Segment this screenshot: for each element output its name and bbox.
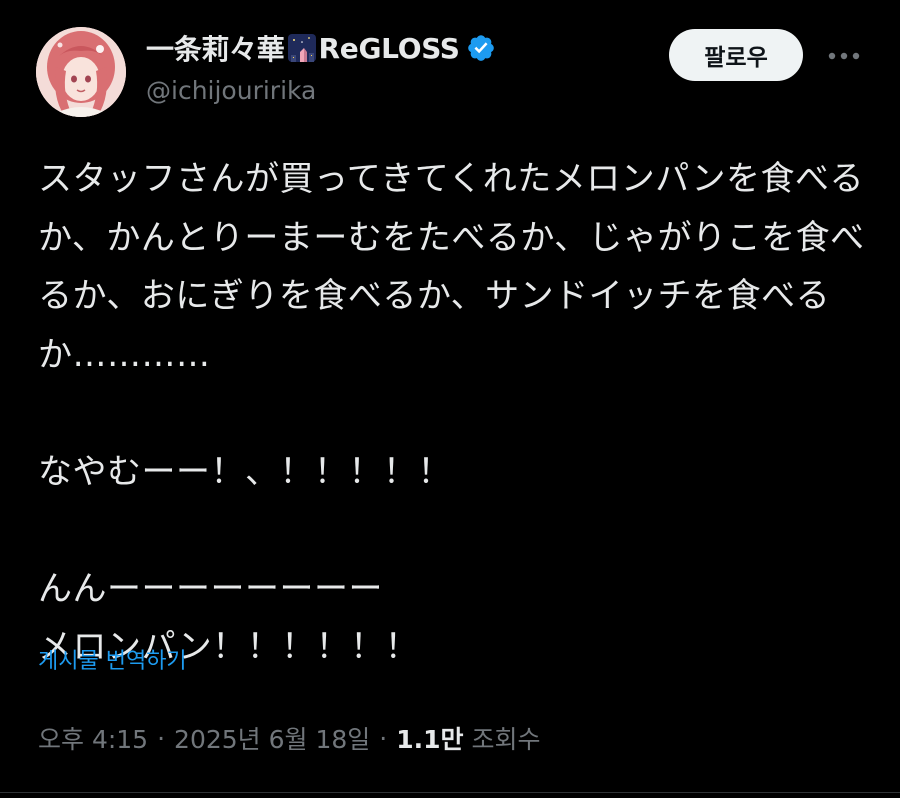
night-city-emoji-icon bbox=[287, 33, 317, 63]
follow-button[interactable]: 팔로우 bbox=[669, 29, 803, 81]
tweet-time[interactable]: 오후 4:15 bbox=[38, 720, 148, 756]
author-handle[interactable]: @ichijouririka bbox=[146, 76, 316, 105]
translate-post-link[interactable]: 게시물 번역하기 bbox=[38, 643, 187, 675]
divider bbox=[0, 792, 900, 793]
tweet-card: 一条莉々華 ReGLOSS @ichijouririka 팔로우 スタッフさんが… bbox=[0, 0, 900, 798]
author-group-suffix[interactable]: ReGLOSS bbox=[319, 32, 460, 65]
tweet-text: スタッフさんが買ってきてくれたメロンパンを食べるか、かんとりーまーむをたべるか、… bbox=[38, 159, 865, 667]
verified-badge-icon[interactable] bbox=[466, 33, 496, 63]
avatar-image bbox=[36, 27, 126, 117]
more-options-button[interactable] bbox=[822, 38, 866, 74]
tweet-meta: 오후 4:15 · 2025년 6월 18일 · 1.1만 조회수 bbox=[38, 720, 541, 756]
meta-separator: · bbox=[157, 723, 166, 753]
author-name-row[interactable]: 一条莉々華 ReGLOSS bbox=[146, 28, 496, 68]
more-horizontal-icon bbox=[828, 52, 860, 60]
avatar[interactable] bbox=[36, 27, 126, 117]
tweet-date[interactable]: 2025년 6월 18일 bbox=[174, 720, 370, 756]
author-display-name[interactable]: 一条莉々華 bbox=[146, 28, 285, 68]
meta-separator: · bbox=[379, 723, 388, 753]
views-count[interactable]: 1.1만 bbox=[396, 720, 463, 756]
views-label[interactable]: 조회수 bbox=[472, 720, 541, 756]
